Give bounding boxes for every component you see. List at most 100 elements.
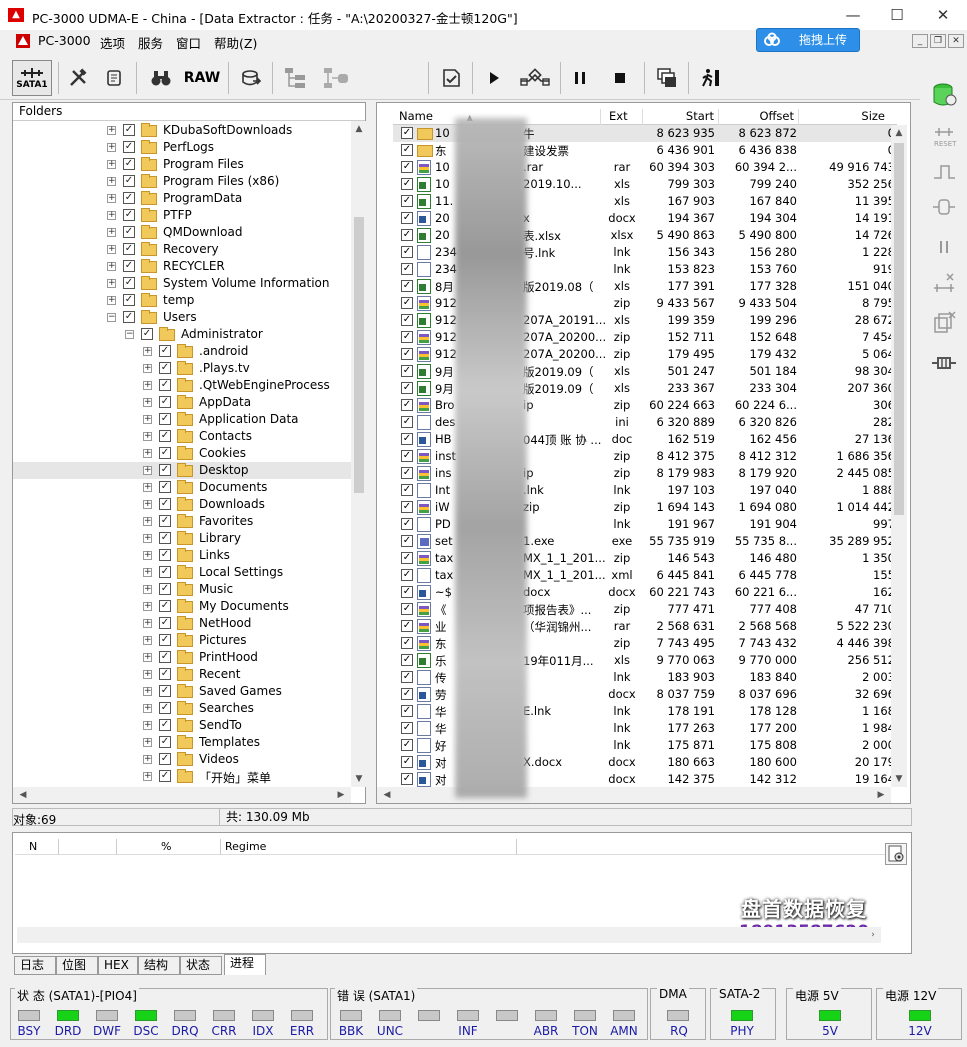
drag-upload-button[interactable]: 拖拽上传 [756, 28, 860, 52]
folder-row[interactable]: + ✓ Searches [13, 700, 351, 717]
folder-row[interactable]: + ✓ Local Settings [13, 564, 351, 581]
folder-checkbox[interactable]: ✓ [159, 532, 171, 544]
file-checkbox[interactable]: ✓ [401, 518, 413, 530]
folder-checkbox[interactable]: ✓ [159, 464, 171, 476]
scroll-down-arrow[interactable]: ▼ [351, 771, 367, 787]
minimize-button[interactable]: — [830, 0, 876, 30]
copy-disk-button[interactable] [928, 308, 960, 338]
folder-checkbox[interactable]: ✓ [123, 260, 135, 272]
signal-button[interactable] [928, 156, 960, 186]
file-checkbox[interactable]: ✓ [401, 348, 413, 360]
folder-row[interactable]: + ✓ Videos [13, 751, 351, 768]
file-checkbox[interactable]: ✓ [401, 144, 413, 156]
file-checkbox[interactable]: ✓ [401, 467, 413, 479]
expand-icon[interactable]: + [143, 653, 152, 662]
folder-row[interactable]: + ✓ temp [13, 292, 351, 309]
log-column-percent[interactable]: % [117, 839, 221, 855]
expand-icon[interactable]: + [143, 517, 152, 526]
expand-icon[interactable]: + [143, 415, 152, 424]
folder-checkbox[interactable]: ✓ [123, 175, 135, 187]
expand-icon[interactable]: + [107, 296, 116, 305]
expand-icon[interactable]: + [143, 449, 152, 458]
scroll-left-arrow[interactable]: ◀ [379, 787, 395, 803]
folder-checkbox[interactable]: ✓ [159, 583, 171, 595]
folder-checkbox[interactable]: ✓ [159, 515, 171, 527]
folder-checkbox[interactable]: ✓ [123, 192, 135, 204]
file-checkbox[interactable]: ✓ [401, 450, 413, 462]
close-button[interactable]: ✕ [920, 0, 966, 30]
file-checkbox[interactable]: ✓ [401, 603, 413, 615]
expand-icon[interactable]: + [107, 211, 116, 220]
expand-icon[interactable]: + [143, 551, 152, 560]
plug-button[interactable] [928, 348, 960, 378]
folder-checkbox[interactable]: ✓ [159, 770, 171, 782]
file-checkbox[interactable]: ✓ [401, 212, 413, 224]
folder-row[interactable]: + ✓ 「开始」菜单 [13, 768, 351, 785]
folder-checkbox[interactable]: ✓ [159, 736, 171, 748]
folder-row[interactable]: + ✓ My Documents [13, 598, 351, 615]
scroll-right-arrow[interactable]: ▶ [873, 787, 889, 803]
folder-row[interactable]: + ✓ Program Files (x86) [13, 173, 351, 190]
folder-row[interactable]: + ✓ PerfLogs [13, 139, 351, 156]
file-checkbox[interactable]: ✓ [401, 637, 413, 649]
folder-checkbox[interactable]: ✓ [123, 141, 135, 153]
folder-vertical-scrollbar[interactable]: ▲ ▼ [351, 121, 366, 787]
file-checkbox[interactable]: ✓ [401, 263, 413, 275]
file-checkbox[interactable]: ✓ [401, 671, 413, 683]
scroll-up-arrow[interactable]: ▲ [351, 121, 367, 137]
scroll-left-arrow[interactable]: ◀ [15, 787, 31, 803]
folder-row[interactable]: + ✓ RECYCLER [13, 258, 351, 275]
file-checkbox[interactable]: ✓ [401, 773, 413, 785]
menu-help[interactable]: 帮助(Z) [214, 33, 257, 52]
expand-icon[interactable]: + [143, 704, 152, 713]
file-checkbox[interactable]: ✓ [401, 280, 413, 292]
folder-checkbox[interactable]: ✓ [159, 379, 171, 391]
folder-row[interactable]: + ✓ Contacts [13, 428, 351, 445]
file-checkbox[interactable]: ✓ [401, 416, 413, 428]
file-checkbox[interactable]: ✓ [401, 705, 413, 717]
expand-icon[interactable]: + [107, 126, 116, 135]
folder-checkbox[interactable]: ✓ [159, 753, 171, 765]
expand-icon[interactable]: + [107, 279, 116, 288]
file-checkbox[interactable]: ✓ [401, 756, 413, 768]
folder-checkbox[interactable]: ✓ [123, 209, 135, 221]
file-checkbox[interactable]: ✓ [401, 382, 413, 394]
collapse-icon[interactable]: − [125, 330, 134, 339]
folder-row[interactable]: + ✓ AppData [13, 394, 351, 411]
folder-row[interactable]: + ✓ Library [13, 530, 351, 547]
folder-row[interactable]: + ✓ Documents [13, 479, 351, 496]
expand-icon[interactable]: + [143, 772, 152, 781]
folder-row[interactable]: + ✓ Templates [13, 734, 351, 751]
file-checkbox[interactable]: ✓ [401, 399, 413, 411]
folder-checkbox[interactable]: ✓ [159, 396, 171, 408]
folder-checkbox[interactable]: ✓ [159, 549, 171, 561]
process-flow-button[interactable] [516, 60, 554, 96]
scroll-up-arrow[interactable]: ▲ [891, 125, 907, 141]
mdi-close-button[interactable]: ✕ [948, 34, 964, 48]
log-settings-button[interactable] [885, 843, 907, 865]
tools-button[interactable] [64, 60, 92, 96]
scroll-right-arrow[interactable]: ▶ [333, 787, 349, 803]
windows-button[interactable] [652, 60, 682, 96]
expand-icon[interactable]: + [143, 432, 152, 441]
menu-options[interactable]: 选项 [100, 33, 125, 52]
file-checkbox[interactable]: ✓ [401, 229, 413, 241]
mdi-minimize-button[interactable]: _ [912, 34, 928, 48]
folder-row[interactable]: + ✓ .android [13, 343, 351, 360]
log-column-blank[interactable] [59, 839, 117, 855]
file-scroll-thumb[interactable] [894, 143, 904, 515]
exit-button[interactable] [696, 60, 726, 96]
bus-button[interactable] [928, 268, 960, 298]
file-checkbox[interactable]: ✓ [401, 127, 413, 139]
folder-row[interactable]: + ✓ QMDownload [13, 224, 351, 241]
folder-row[interactable]: + ✓ NetHood [13, 615, 351, 632]
file-checkbox[interactable]: ✓ [401, 178, 413, 190]
play-button[interactable] [480, 60, 508, 96]
folder-tree[interactable]: + ✓ KDubaSoftDownloads + ✓ PerfLogs + ✓ Program … [13, 121, 351, 787]
log-column-n[interactable]: N [15, 839, 59, 855]
folder-checkbox[interactable]: ✓ [159, 651, 171, 663]
expand-icon[interactable]: + [143, 619, 152, 628]
folder-row[interactable]: + ✓ Desktop [13, 462, 351, 479]
menu-service[interactable]: 服务 [138, 33, 163, 52]
file-checkbox[interactable]: ✓ [401, 620, 413, 632]
